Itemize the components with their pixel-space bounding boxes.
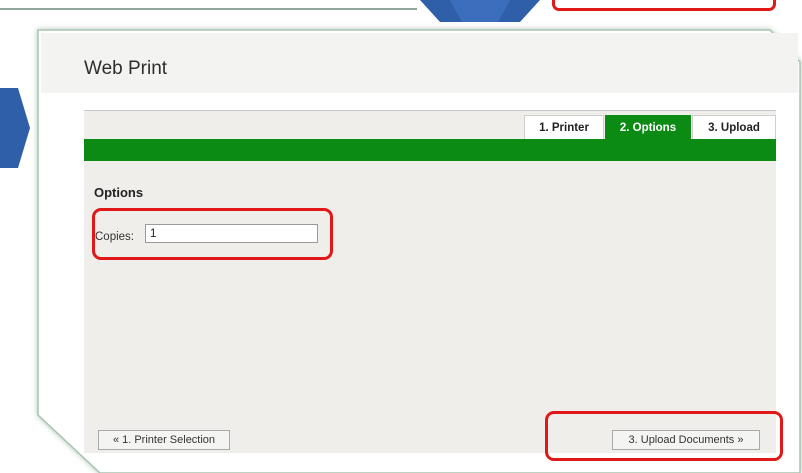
web-print-content: 1. Printer 2. Options 3. Upload Options …: [84, 110, 776, 453]
copies-label: Copies:: [95, 231, 134, 243]
upload-documents-button[interactable]: 3. Upload Documents »: [612, 430, 760, 450]
options-heading: Options: [94, 185, 144, 200]
tab-bar: 1. Printer 2. Options 3. Upload: [84, 111, 776, 139]
printer-selection-button[interactable]: « 1. Printer Selection: [98, 430, 230, 450]
tab-upload[interactable]: 3. Upload: [692, 115, 776, 139]
tab-options[interactable]: 2. Options: [605, 115, 691, 139]
page-title: Web Print: [84, 58, 168, 79]
right-arrow-icon: [0, 88, 30, 168]
tab-accent-bar: [84, 139, 776, 161]
tab-printer[interactable]: 1. Printer: [524, 115, 604, 139]
copies-input[interactable]: [145, 224, 318, 243]
